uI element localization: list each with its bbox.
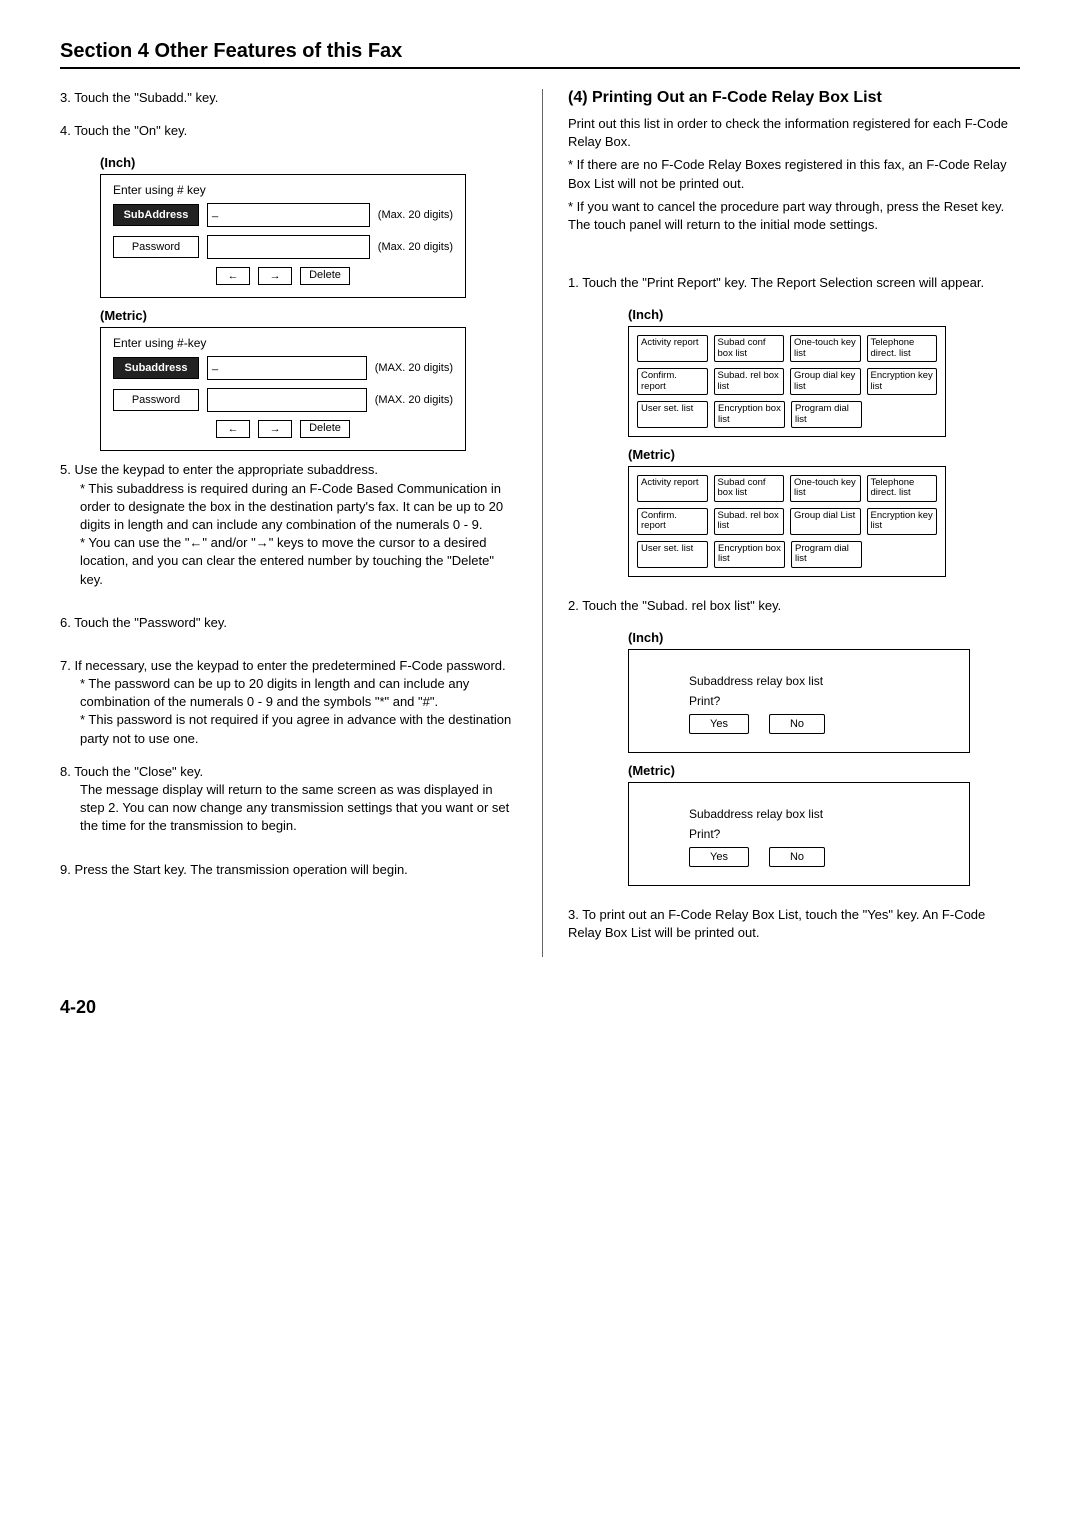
step-8: 8. Touch the "Close" key. The message di… — [60, 763, 512, 836]
report-cell[interactable]: Encryption key list — [867, 368, 938, 395]
right-step-2: 2. Touch the "Subad. rel box list" key. — [568, 597, 1020, 615]
password-button-metric[interactable]: Password — [113, 389, 199, 411]
arrow-left-button[interactable]: ← — [216, 267, 250, 285]
step-5-text: 5. Use the keypad to enter the appropria… — [60, 462, 378, 477]
inch-label-right: (Inch) — [628, 307, 1020, 322]
report-cell[interactable]: Group dial key list — [790, 368, 861, 395]
subaddress-button[interactable]: SubAddress — [113, 204, 199, 226]
subaddress-input[interactable]: _ — [207, 203, 370, 227]
subaddress-input-metric[interactable]: _ — [207, 356, 367, 380]
step-8-body: The message display will return to the s… — [80, 781, 512, 836]
report-cell[interactable]: Encryption key list — [867, 508, 938, 535]
subaddress-panel-inch: Enter using # key SubAddress _ (Max. 20 … — [100, 174, 466, 298]
intro-text: Print out this list in order to check th… — [568, 115, 1020, 151]
report-cell[interactable]: Program dial list — [791, 541, 862, 568]
right-step-3: 3. To print out an F-Code Relay Box List… — [568, 906, 1020, 942]
section-title: Section 4 Other Features of this Fax — [60, 40, 1020, 69]
subaddress-panel-metric: Enter using #-key Subaddress _ (MAX. 20 … — [100, 327, 466, 451]
yes-button-metric[interactable]: Yes — [689, 847, 749, 867]
password-limit-metric: (MAX. 20 digits) — [375, 394, 453, 406]
arrow-right-button-metric[interactable]: → — [258, 420, 292, 438]
page-number: 4-20 — [60, 997, 1020, 1018]
report-cell[interactable]: Subad. rel box list — [714, 508, 785, 535]
report-cell[interactable]: Telephone direct. list — [867, 475, 938, 502]
subaddress-row: SubAddress _ (Max. 20 digits) — [113, 203, 453, 227]
report-grid-metric: Activity report Subad conf box list One-… — [628, 466, 946, 577]
right-step-1: 1. Touch the "Print Report" key. The Rep… — [568, 274, 1020, 292]
report-cell-empty — [868, 401, 937, 428]
step-6: 6. Touch the "Password" key. — [60, 614, 512, 632]
confirm-prompt-metric: Print? — [689, 827, 949, 841]
report-cell[interactable]: Activity report — [637, 475, 708, 502]
step-7-note2: * This password is not required if you a… — [80, 711, 512, 747]
report-cell[interactable]: One-touch key list — [790, 335, 861, 362]
step-5-note1: * This subaddress is required during an … — [80, 480, 512, 535]
confirm-panel-inch: Subaddress relay box list Print? Yes No — [628, 649, 970, 753]
confirm-prompt: Print? — [689, 694, 949, 708]
report-cell[interactable]: Subad. rel box list — [714, 368, 785, 395]
arrow-right-button[interactable]: → — [258, 267, 292, 285]
step-4: 4. Touch the "On" key. — [60, 122, 512, 140]
step-5: 5. Use the keypad to enter the appropria… — [60, 461, 512, 588]
subaddress-row-metric: Subaddress _ (MAX. 20 digits) — [113, 356, 453, 380]
no-button-metric[interactable]: No — [769, 847, 825, 867]
report-cell[interactable]: Confirm. report — [637, 508, 708, 535]
report-cell[interactable]: User set. list — [637, 541, 708, 568]
confirm-panel-metric: Subaddress relay box list Print? Yes No — [628, 782, 970, 886]
no-button[interactable]: No — [769, 714, 825, 734]
password-row: Password (Max. 20 digits) — [113, 235, 453, 259]
step-9: 9. Press the Start key. The transmission… — [60, 861, 512, 879]
arrow-controls: ← → Delete — [113, 267, 453, 285]
enter-hint: Enter using # key — [113, 183, 453, 197]
arrow-controls-metric: ← → Delete — [113, 420, 453, 438]
report-grid-inch: Activity report Subad conf box list One-… — [628, 326, 946, 437]
enter-hint-metric: Enter using #-key — [113, 336, 453, 350]
metric-label-confirm: (Metric) — [628, 763, 1020, 778]
inch-label: (Inch) — [100, 155, 512, 170]
two-column-layout: 3. Touch the "Subadd." key. 4. Touch the… — [60, 89, 1020, 957]
confirm-title: Subaddress relay box list — [689, 674, 949, 688]
password-row-metric: Password (MAX. 20 digits) — [113, 388, 453, 412]
subaddress-limit: (Max. 20 digits) — [378, 209, 453, 221]
password-input[interactable] — [207, 235, 370, 259]
step-7-text: 7. If necessary, use the keypad to enter… — [60, 658, 506, 673]
report-cell[interactable]: Confirm. report — [637, 368, 708, 395]
step-7: 7. If necessary, use the keypad to enter… — [60, 657, 512, 748]
report-cell[interactable]: Activity report — [637, 335, 708, 362]
metric-label-right: (Metric) — [628, 447, 1020, 462]
subaddress-limit-metric: (MAX. 20 digits) — [375, 362, 453, 374]
metric-label: (Metric) — [100, 308, 512, 323]
step-3: 3. Touch the "Subadd." key. — [60, 89, 512, 107]
yes-button[interactable]: Yes — [689, 714, 749, 734]
password-input-metric[interactable] — [207, 388, 367, 412]
arrow-left-button-metric[interactable]: ← — [216, 420, 250, 438]
subaddress-button-metric[interactable]: Subaddress — [113, 357, 199, 379]
report-cell[interactable]: Encryption box list — [714, 401, 785, 428]
report-cell[interactable]: One-touch key list — [790, 475, 861, 502]
report-cell[interactable]: Group dial List — [790, 508, 861, 535]
report-cell[interactable]: Subad conf box list — [714, 335, 785, 362]
step-7-note1: * The password can be up to 20 digits in… — [80, 675, 512, 711]
report-cell-empty — [868, 541, 937, 568]
note-2: * If you want to cancel the procedure pa… — [568, 198, 1020, 234]
report-cell[interactable]: Program dial list — [791, 401, 862, 428]
step-8-text: 8. Touch the "Close" key. — [60, 764, 203, 779]
delete-button[interactable]: Delete — [300, 267, 350, 285]
right-column: (4) Printing Out an F-Code Relay Box Lis… — [542, 89, 1020, 957]
step-5-note2: * You can use the "←" and/or "→" keys to… — [80, 534, 512, 589]
report-cell[interactable]: User set. list — [637, 401, 708, 428]
password-limit: (Max. 20 digits) — [378, 241, 453, 253]
confirm-title-metric: Subaddress relay box list — [689, 807, 949, 821]
delete-button-metric[interactable]: Delete — [300, 420, 350, 438]
report-cell[interactable]: Telephone direct. list — [867, 335, 938, 362]
password-button[interactable]: Password — [113, 236, 199, 258]
subsection-heading: (4) Printing Out an F-Code Relay Box Lis… — [568, 89, 1020, 107]
report-cell[interactable]: Encryption box list — [714, 541, 785, 568]
note-1: * If there are no F-Code Relay Boxes reg… — [568, 156, 1020, 192]
inch-label-confirm: (Inch) — [628, 630, 1020, 645]
left-column: 3. Touch the "Subadd." key. 4. Touch the… — [60, 89, 512, 957]
report-cell[interactable]: Subad conf box list — [714, 475, 785, 502]
